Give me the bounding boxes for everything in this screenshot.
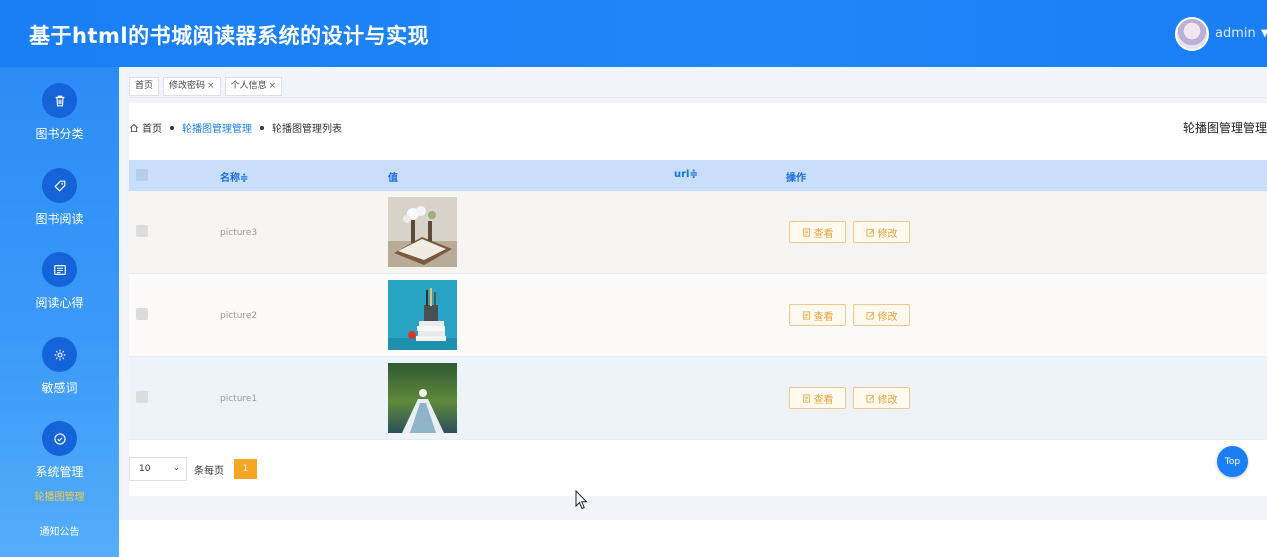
table-header: 名称≑ 值 url≑ 操作 <box>129 160 1267 191</box>
sidebar-item-label: 阅读心得 <box>35 296 84 310</box>
column-header-url[interactable]: url≑ <box>674 169 698 180</box>
edit-button[interactable]: 修改 <box>853 221 910 243</box>
tag-bar: 首页 修改密码 × 个人信息 × <box>129 77 283 96</box>
app-title: 基于html的书城阅读器系统的设计与实现 <box>29 24 430 48</box>
sort-icon[interactable]: ≑ <box>689 169 697 180</box>
row-name: picture1 <box>220 394 258 404</box>
sidebar: 图书分类 图书阅读 阅读心得 敏感词 系统管理 轮播图管理 通知公告 <box>0 67 119 557</box>
edit-button[interactable]: 修改 <box>853 304 910 326</box>
username[interactable]: admin <box>1215 26 1256 41</box>
sidebar-subitem-carousel[interactable]: 轮播图管理 <box>0 488 119 503</box>
sidebar-item-label: 图书阅读 <box>35 212 84 226</box>
breadcrumb-separator <box>260 125 264 130</box>
sidebar-item-label: 图书分类 <box>35 127 84 141</box>
carousel-table: 名称≑ 值 url≑ 操作 picture3 查看 修改 picture2 查看… <box>129 160 1267 440</box>
view-button[interactable]: 查看 <box>789 387 846 409</box>
edit-icon <box>865 228 874 237</box>
sidebar-item-book-reading[interactable]: 图书阅读 <box>0 168 119 238</box>
row-name: picture3 <box>220 228 258 238</box>
caret-down-icon[interactable]: ▼ <box>1261 28 1267 39</box>
select-all-checkbox[interactable] <box>136 169 148 181</box>
row-checkbox[interactable] <box>136 225 148 237</box>
per-page-label: 条每页 <box>194 465 224 477</box>
main-content: 首页 修改密码 × 个人信息 × 首页 轮播图管理管理 轮播图管理列表 轮播图管理管… <box>119 67 1267 557</box>
edit-icon <box>865 311 874 320</box>
sidebar-item-sensitive-words[interactable]: 敏感词 <box>0 337 119 407</box>
page-size-select[interactable]: 10 ⌄ <box>129 457 187 481</box>
gear-icon <box>42 337 77 372</box>
document-icon <box>802 393 810 403</box>
edit-button[interactable]: 修改 <box>853 387 910 409</box>
sidebar-item-label: 系统管理 <box>35 465 84 479</box>
divider <box>129 97 1267 98</box>
view-button[interactable]: 查看 <box>789 304 846 326</box>
breadcrumb-home[interactable]: 首页 <box>142 120 162 135</box>
sidebar-subitem-notice[interactable]: 通知公告 <box>0 523 119 538</box>
chevron-down-icon: ⌄ <box>172 463 180 473</box>
document-icon <box>802 310 810 320</box>
trash-icon <box>42 83 77 118</box>
avatar[interactable] <box>1175 17 1209 51</box>
content-panel: 首页 轮播图管理管理 轮播图管理列表 轮播图管理管理 名称≑ 值 url≑ 操作… <box>129 103 1267 496</box>
mouse-cursor-icon <box>575 490 588 510</box>
column-header-value: 值 <box>388 173 398 184</box>
breadcrumb: 首页 轮播图管理管理 轮播图管理列表 <box>129 120 342 135</box>
edit-icon <box>865 394 874 403</box>
table-row: picture3 查看 修改 <box>129 191 1267 274</box>
page-title: 轮播图管理管理 <box>1182 121 1267 135</box>
sidebar-item-book-category[interactable]: 图书分类 <box>0 83 119 153</box>
back-to-top-button[interactable]: Top <box>1217 446 1248 477</box>
row-checkbox[interactable] <box>136 308 148 320</box>
breadcrumb-current: 轮播图管理列表 <box>272 124 342 135</box>
row-image-thumbnail <box>388 197 457 267</box>
breadcrumb-separator <box>170 125 174 130</box>
view-button[interactable]: 查看 <box>789 221 846 243</box>
close-icon[interactable]: × <box>207 81 215 91</box>
table-row: picture2 查看 修改 <box>129 274 1267 357</box>
tag-change-password[interactable]: 修改密码 × <box>163 77 221 96</box>
row-name: picture2 <box>220 311 258 321</box>
sidebar-item-label: 敏感词 <box>41 381 78 395</box>
sidebar-item-reading-notes[interactable]: 阅读心得 <box>0 252 119 322</box>
column-header-actions: 操作 <box>786 173 806 184</box>
close-icon[interactable]: × <box>269 81 277 91</box>
row-image-thumbnail <box>388 280 457 350</box>
tag-profile[interactable]: 个人信息 × <box>224 77 283 96</box>
top-header: 基于html的书城阅读器系统的设计与实现 admin ▼ <box>0 0 1267 67</box>
row-checkbox[interactable] <box>136 391 148 403</box>
tag-home[interactable]: 首页 <box>129 77 160 96</box>
page-number-button[interactable]: 1 <box>234 459 257 479</box>
footer-area <box>119 520 1267 557</box>
document-icon <box>802 227 810 237</box>
table-row: picture1 查看 修改 <box>129 357 1267 440</box>
row-image-thumbnail <box>388 363 457 433</box>
home-icon <box>129 123 139 132</box>
sidebar-item-system-management[interactable]: 系统管理 <box>0 421 119 481</box>
sort-icon[interactable]: ≑ <box>240 173 248 184</box>
breadcrumb-parent[interactable]: 轮播图管理管理 <box>182 120 252 135</box>
check-circle-icon <box>42 421 77 456</box>
tag-icon <box>42 168 77 203</box>
news-icon <box>42 252 77 287</box>
pagination: 10 ⌄ 条每页 1 <box>129 457 257 481</box>
column-header-name[interactable]: 名称≑ <box>220 169 248 184</box>
